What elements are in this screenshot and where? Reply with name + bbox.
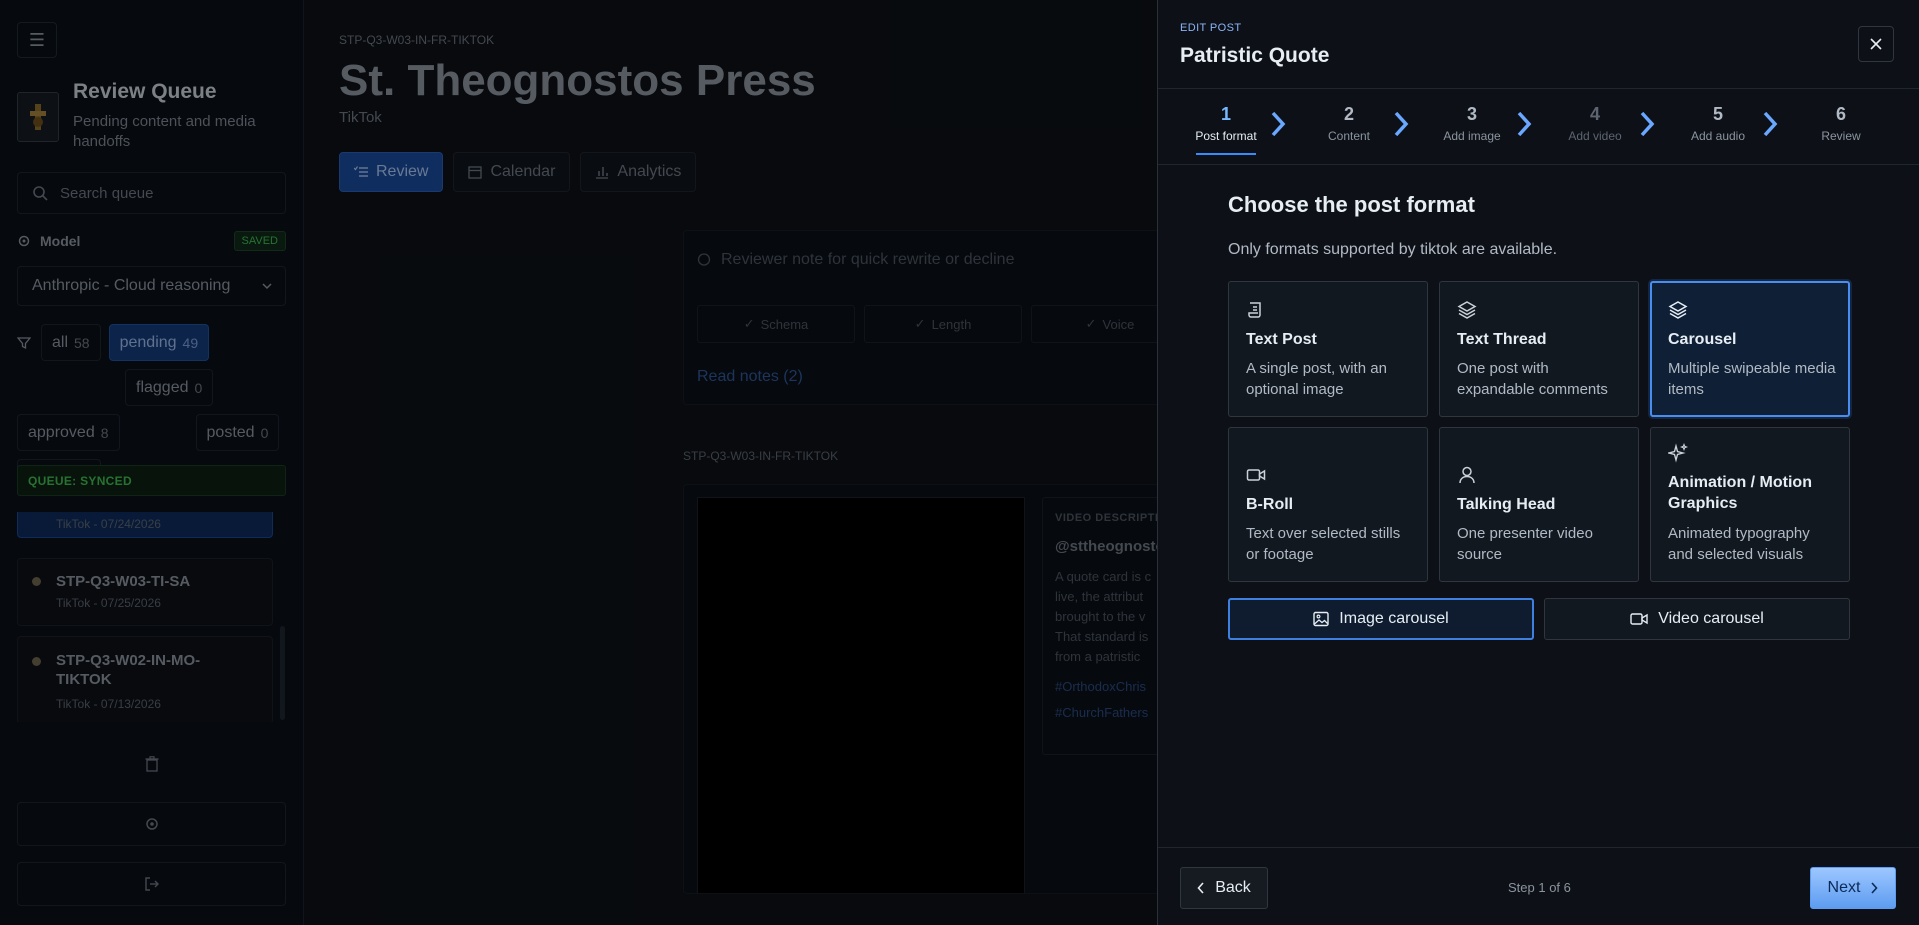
button-label: Next xyxy=(1827,879,1861,896)
layers-icon xyxy=(1457,301,1477,319)
layers-icon xyxy=(1668,301,1688,319)
chevron-right-icon xyxy=(1640,111,1655,137)
chevron-right-icon xyxy=(1271,111,1286,137)
step-review[interactable]: 6 Review xyxy=(1793,104,1889,143)
sparkles-icon xyxy=(1668,443,1688,463)
chevron-right-icon xyxy=(1517,111,1532,137)
format-description: Animated typography and selected visuals xyxy=(1668,525,1810,563)
divider xyxy=(1158,88,1919,89)
step-add-audio[interactable]: 5 Add audio xyxy=(1670,104,1766,143)
format-description: Text over selected stills or footage xyxy=(1246,525,1401,563)
scroll-icon xyxy=(1248,302,1261,318)
video-carousel-button[interactable]: Video carousel xyxy=(1544,598,1850,640)
format-description: Multiple swipeable media items xyxy=(1668,360,1836,398)
panel-kicker: EDIT POST xyxy=(1180,22,1242,34)
step-add-video[interactable]: 4 Add video xyxy=(1547,104,1643,143)
format-title: Text Thread xyxy=(1457,331,1547,348)
edit-post-panel: EDIT POST Patristic Quote 1 Post format 2… xyxy=(1157,0,1919,925)
button-label: Video carousel xyxy=(1658,610,1764,627)
back-button[interactable]: Back xyxy=(1180,867,1268,909)
format-description: One post with expandable comments xyxy=(1457,360,1608,398)
step-post-format[interactable]: 1 Post format xyxy=(1178,104,1274,155)
format-b-roll[interactable]: B-Roll Text over selected stills or foot… xyxy=(1228,427,1428,582)
chevron-left-icon xyxy=(1197,882,1204,894)
section-subheading: Only formats supported by tiktok are ava… xyxy=(1228,241,1558,258)
close-button[interactable] xyxy=(1858,26,1894,62)
step-number: 4 xyxy=(1589,104,1600,124)
close-icon xyxy=(1870,38,1882,50)
step-number: 2 xyxy=(1343,104,1354,124)
user-icon xyxy=(1459,466,1475,484)
panel-title: Patristic Quote xyxy=(1180,44,1330,67)
format-title: Talking Head xyxy=(1457,496,1556,513)
chevron-right-icon xyxy=(1763,111,1778,137)
divider xyxy=(1158,847,1919,848)
step-counter: Step 1 of 6 xyxy=(1508,880,1571,895)
image-carousel-button[interactable]: Image carousel xyxy=(1228,598,1534,640)
step-add-image[interactable]: 3 Add image xyxy=(1424,104,1520,143)
section-heading: Choose the post format xyxy=(1228,192,1475,217)
format-talking-head[interactable]: Talking Head One presenter video source xyxy=(1439,427,1639,582)
step-label: Add video xyxy=(1568,129,1622,143)
video-icon xyxy=(1246,469,1266,481)
step-label: Add image xyxy=(1443,129,1501,143)
divider xyxy=(1158,164,1919,165)
step-label: Post format xyxy=(1195,129,1257,143)
format-title: B-Roll xyxy=(1246,496,1294,513)
step-label: Add audio xyxy=(1690,129,1746,143)
button-label: Back xyxy=(1215,879,1251,896)
step-number: 3 xyxy=(1466,104,1477,124)
format-title: Animation / Motion Graphics xyxy=(1668,474,1812,512)
image-icon xyxy=(1313,611,1329,627)
button-label: Image carousel xyxy=(1339,610,1449,627)
format-text-post[interactable]: Text Post A single post, with an optiona… xyxy=(1228,281,1428,417)
step-number: 1 xyxy=(1220,104,1231,124)
step-number: 6 xyxy=(1835,104,1846,124)
step-content[interactable]: 2 Content xyxy=(1301,104,1397,143)
video-icon xyxy=(1630,613,1648,625)
next-button[interactable]: Next xyxy=(1810,867,1896,909)
format-title: Carousel xyxy=(1668,331,1737,348)
format-title: Text Post xyxy=(1246,331,1317,348)
format-carousel[interactable]: Carousel Multiple swipeable media items xyxy=(1650,281,1850,417)
format-description: A single post, with an optional image xyxy=(1246,360,1387,398)
stepper: 1 Post format 2 Content 3 Add image 4 Add vi… xyxy=(1178,104,1898,155)
format-text-thread[interactable]: Text Thread One post with expandable com… xyxy=(1439,281,1639,417)
format-animation[interactable]: Animation / Motion Graphics Animated typ… xyxy=(1650,427,1850,582)
step-label: Review xyxy=(1821,129,1861,143)
format-description: One presenter video source xyxy=(1457,525,1593,563)
step-label: Content xyxy=(1327,129,1371,143)
chevron-right-icon xyxy=(1394,111,1409,137)
chevron-right-icon xyxy=(1871,882,1879,894)
step-number: 5 xyxy=(1712,104,1723,124)
